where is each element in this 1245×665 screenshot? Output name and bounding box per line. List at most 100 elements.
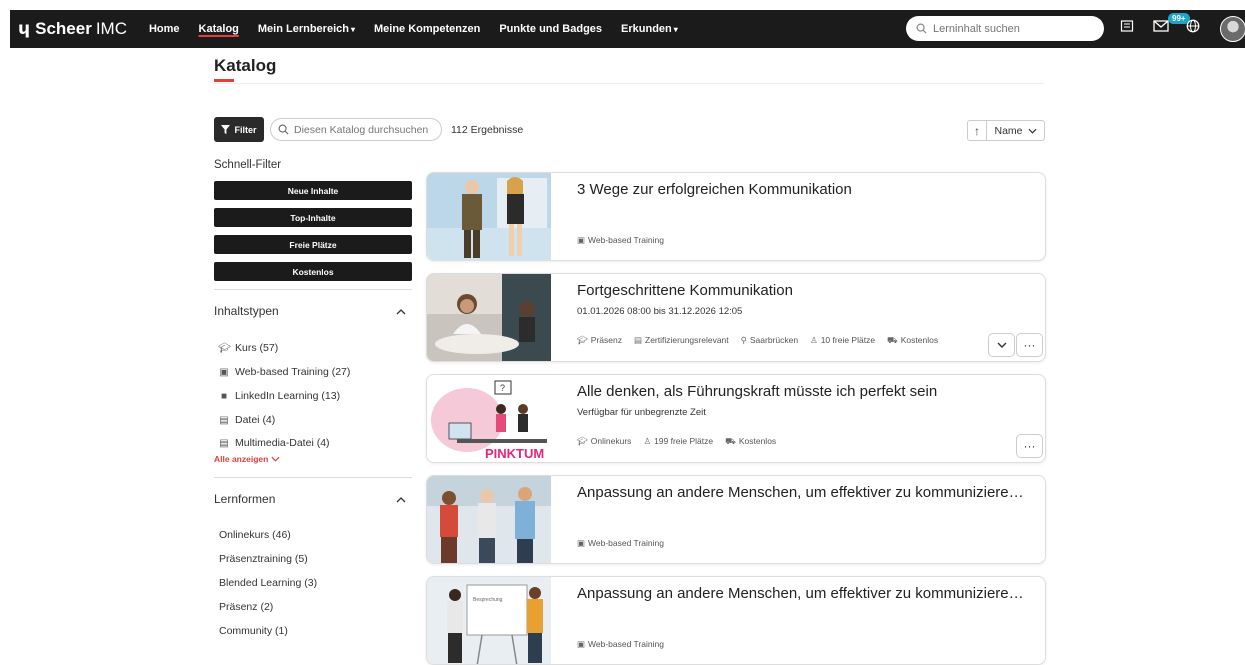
web-training-icon: ▣ [577,538,586,548]
catalog-card[interactable]: Anpassung an andere Menschen, um effekti… [426,475,1046,564]
meta-label: Präsenz [590,335,622,345]
card-title[interactable]: Fortgeschrittene Kommunikation [577,282,1032,299]
nav-item-mein-lernbereich[interactable]: Mein Lernbereich ▾ [258,23,355,35]
card-thumbnail: Besprechung [427,577,551,664]
facet-count: (46) [272,529,291,541]
filter-button-label: Filter [234,124,257,135]
expand-button[interactable] [988,333,1015,357]
card-title[interactable]: Anpassung an andere Menschen, um effekti… [577,484,1032,501]
content-types-header[interactable]: Inhaltstypen [214,304,412,318]
thumbnail-flipchart-text: Besprechung [473,597,503,603]
card-meta: ▣ Web-based Training [577,235,664,246]
nav-item-katalog[interactable]: Katalog [199,23,239,35]
meta-label: Saarbrücken [749,335,799,345]
facet-multimedia-datei[interactable]: ▤ Multimedia-Datei (4) [218,432,412,454]
sort-select[interactable]: Name [987,120,1045,141]
ellipsis-icon: ··· [1023,439,1036,453]
meta-item: ⚲ Saarbrücken [741,335,798,347]
content-types-title: Inhaltstypen [214,304,279,318]
chevron-down-icon [271,456,280,462]
seat-icon: ♙ [643,436,652,446]
facet-label: Onlinekurs [219,529,270,541]
chevron-down-icon [1027,128,1037,134]
nav-item-meine-kompetenzen[interactable]: Meine Kompetenzen [374,23,480,35]
ellipsis-icon: ··· [1023,338,1036,352]
logo-mark-icon: ɥ [18,19,31,39]
media-file-icon: ▤ [219,437,229,449]
quick-filter-top-inhalte[interactable]: Top-Inhalte [214,208,412,227]
meta-label: 199 freie Plätze [654,436,714,446]
facet-praesenz[interactable]: Präsenz (2) [219,595,412,619]
meta-label: Kostenlos [900,335,939,345]
facet-label: Blended Learning [219,577,302,589]
nav-item-label: Punkte und Badges [499,23,603,35]
facet-blended-learning[interactable]: Blended Learning (3) [219,571,412,595]
nav-item-home[interactable]: Home [149,23,180,35]
facet-count: (5) [294,553,308,565]
catalog-card[interactable]: Besprechung Anpassung an andere Menschen… [426,576,1046,665]
card-thumbnail [427,274,551,361]
meta-label: Web-based Training [588,235,664,245]
brand-name: Scheer [35,19,92,38]
facet-count: (13) [321,390,341,402]
facet-label: Community [219,625,273,637]
thumbnail-brand: PINKTUM [485,446,544,461]
linkedin-icon: ■ [220,390,228,402]
facet-linkedin-learning[interactable]: ■ LinkedIn Learning (13) [218,384,412,408]
facet-web-based-training[interactable]: ▣ Web-based Training (27) [218,360,412,384]
catalog-card[interactable]: Fortgeschrittene Kommunikation 01.01.202… [426,273,1046,362]
global-search-input[interactable] [933,22,1083,35]
arrow-up-icon: ↑ [974,123,980,138]
more-options-button[interactable]: ··· [1016,434,1043,458]
quick-filter-neue-inhalte[interactable]: Neue Inhalte [214,181,412,200]
mail-icon[interactable] [1153,19,1169,36]
card-date: 01.01.2026 08:00 bis 31.12.2026 12:05 [577,306,743,317]
nav-item-punkte-und-badges[interactable]: Punkte und Badges [499,23,602,35]
filter-sidebar: Schnell-Filter Neue Inhalte Top-Inhalte … [214,159,412,643]
catalog-card[interactable]: ? PINKTUM Alle denken, als Führungskraft… [426,374,1046,463]
chevron-down-icon [997,342,1006,348]
nav-item-label: Erkunden [621,23,672,35]
more-options-button[interactable]: ··· [1016,333,1043,357]
facet-community[interactable]: Community (1) [219,619,412,643]
avatar[interactable] [1220,16,1245,42]
globe-icon[interactable] [1186,19,1200,36]
global-search[interactable] [906,16,1104,41]
facet-count: (2) [260,601,274,613]
catalog-card[interactable]: 3 Wege zur erfolgreichen Kommunikation ▣… [426,172,1046,261]
catalog-search[interactable] [270,118,442,141]
catalog-search-input[interactable] [294,123,439,136]
filter-icon [221,125,231,134]
meta-item: ▣ Web-based Training [577,639,664,650]
sidebar-divider [214,477,412,478]
facet-praesenztraining[interactable]: Präsenztraining (5) [219,547,412,571]
quick-filter-kostenlos[interactable]: Kostenlos [214,262,412,281]
search-icon [916,23,927,34]
catalog-icon[interactable] [1120,19,1134,36]
card-title[interactable]: Anpassung an andere Menschen, um effekti… [577,585,1032,602]
quick-filter-freie-plaetze[interactable]: Freie Plätze [214,235,412,254]
show-all-link[interactable]: Alle anzeigen [214,454,412,464]
learning-forms-header[interactable]: Lernformen [214,492,412,506]
brand-sub: IMC [95,19,127,38]
cart-icon: ⛟ [887,335,898,345]
card-thumbnail [427,476,551,563]
facet-datei[interactable]: ▤ Datei (4) [218,408,412,432]
sort-direction-button[interactable]: ↑ [967,120,987,141]
location-icon: ⚲ [740,335,747,345]
chevron-up-icon [396,304,406,318]
seat-icon: ♙ [810,335,818,345]
card-title[interactable]: Alle denken, als Führungskraft müsste ic… [577,383,1032,400]
show-all-label: Alle anzeigen [214,454,269,464]
main-nav: Home Katalog Mein Lernbereich ▾ Meine Kom… [149,23,678,35]
brand-logo[interactable]: ɥ Scheer IMC [18,19,127,39]
facet-kurs[interactable]: 🎓︎ Kurs (57) [218,336,412,360]
nav-item-erkunden[interactable]: Erkunden ▾ [621,23,678,35]
facet-onlinekurs[interactable]: Onlinekurs (46) [219,523,412,547]
filter-button[interactable]: Filter [214,117,264,142]
card-title[interactable]: 3 Wege zur erfolgreichen Kommunikation [577,181,1032,198]
meta-item: 🎓︎ Onlinekurs [577,436,631,448]
caret-down-icon: ▾ [673,25,678,34]
meta-label: Kostenlos [738,436,777,446]
facet-count: (4) [316,437,330,449]
